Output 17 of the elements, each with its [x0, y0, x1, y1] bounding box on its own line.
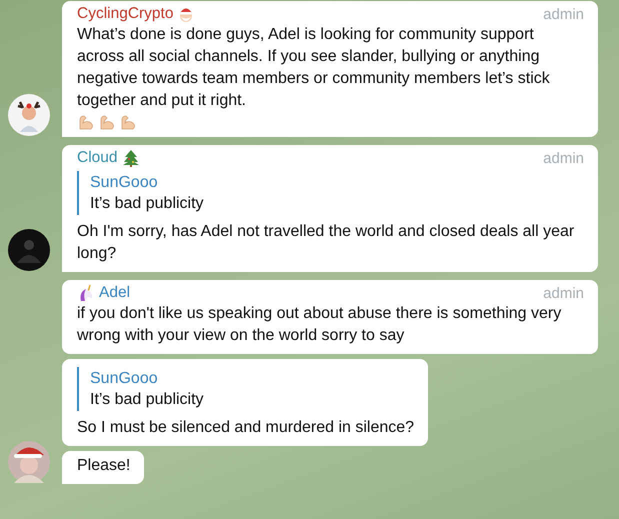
message-text: if you don't like us speaking out about abuse there is something very wrong with your view on the world sorry to say — [77, 305, 562, 344]
message-text: Please! — [77, 457, 130, 474]
message-text: So I must be silenced and murdered in silence? — [77, 419, 414, 436]
sender-name[interactable]: CyclingCrypto — [77, 5, 174, 23]
reply-quote[interactable]: SunGooo It’s bad publicity — [77, 171, 584, 215]
admin-label: admin — [542, 150, 584, 166]
admin-label: admin — [542, 6, 584, 22]
sender-name[interactable]: Cloud — [77, 149, 118, 167]
avatar[interactable] — [8, 229, 50, 271]
admin-label: admin — [542, 284, 584, 302]
avatar[interactable] — [8, 94, 50, 136]
tree-icon — [122, 149, 140, 167]
message-text: Oh I'm sorry, has Adel not travelled the world and closed deals all year long? — [77, 223, 574, 262]
reply-quote[interactable]: SunGooo It’s bad publicity — [77, 367, 414, 411]
message-text: What’s done is done guys, Adel is looking for community support across all social channels. If you see slander, bullying or anything negative towards team members or community members let’s stick together and put it right. — [77, 26, 550, 109]
sender-name[interactable]: Adel — [99, 284, 130, 302]
avatar[interactable] — [8, 441, 50, 483]
